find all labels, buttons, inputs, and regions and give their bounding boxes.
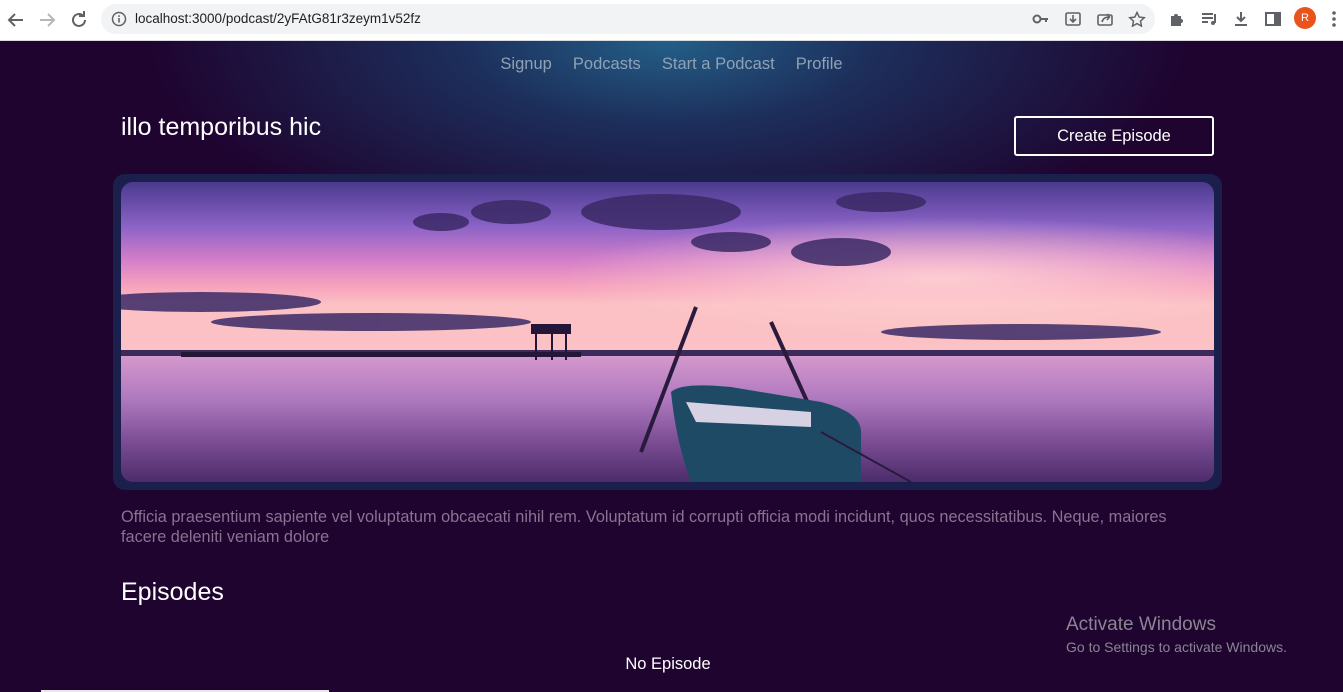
episodes-heading: Episodes (121, 578, 224, 606)
install-app-icon[interactable] (1064, 11, 1082, 31)
browser-toolbar: localhost:3000/podcast/2yFAtG81r3zeym1v5… (0, 0, 1343, 41)
create-episode-button[interactable]: Create Episode (1014, 116, 1214, 156)
page-content: Signup Podcasts Start a Podcast Profile … (0, 41, 1343, 692)
activate-windows-subtitle: Go to Settings to activate Windows. (1066, 639, 1287, 655)
podcast-banner-image (121, 182, 1214, 482)
banner-frame (113, 174, 1222, 490)
site-info-icon[interactable] (111, 11, 127, 31)
podcast-description: Officia praesentium sapiente vel volupta… (121, 508, 1167, 546)
extensions-puzzle-icon[interactable] (1168, 10, 1186, 32)
share-icon[interactable] (1096, 11, 1114, 31)
nav-link-profile[interactable]: Profile (796, 55, 843, 74)
empty-episodes-message: No Episode (625, 655, 711, 673)
main-nav: Signup Podcasts Start a Podcast Profile (0, 54, 1343, 74)
nav-link-start-podcast[interactable]: Start a Podcast (662, 55, 775, 74)
activate-windows-title: Activate Windows (1066, 614, 1216, 635)
key-icon[interactable] (1032, 11, 1050, 31)
address-bar[interactable]: localhost:3000/podcast/2yFAtG81r3zeym1v5… (101, 4, 1155, 34)
profile-avatar[interactable]: R (1294, 7, 1316, 29)
url-text[interactable]: localhost:3000/podcast/2yFAtG81r3zeym1v5… (135, 11, 421, 26)
podcast-title: illo temporibus hic (121, 113, 322, 141)
forward-arrow-icon[interactable] (35, 8, 59, 32)
nav-link-podcasts[interactable]: Podcasts (573, 55, 641, 74)
media-playlist-icon[interactable] (1200, 10, 1218, 32)
side-panel-icon[interactable] (1264, 10, 1282, 32)
download-icon[interactable] (1232, 10, 1250, 32)
reload-icon[interactable] (67, 8, 91, 32)
nav-link-signup[interactable]: Signup (500, 55, 551, 74)
kebab-menu-icon[interactable] (1330, 10, 1338, 32)
bookmark-star-icon[interactable] (1128, 10, 1146, 31)
back-arrow-icon[interactable] (4, 8, 28, 32)
